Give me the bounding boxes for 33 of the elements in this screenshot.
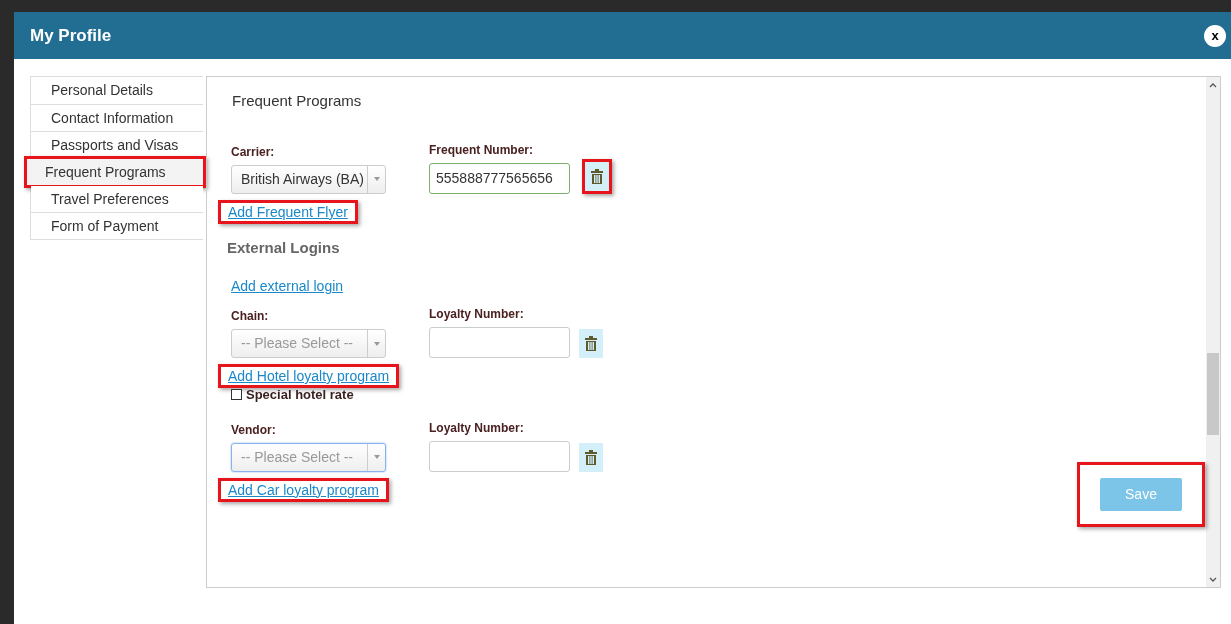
trash-icon [585,336,597,351]
section-heading: External Logins [227,237,341,258]
add-link[interactable]: Add Hotel loyalty program [221,367,397,385]
field-label: Vendor: [231,421,277,439]
delete-button[interactable] [579,329,603,358]
number-field[interactable] [429,440,570,472]
caret-icon [373,177,380,181]
add-link[interactable]: Add Car loyalty program [221,480,386,499]
number-field[interactable] [429,327,570,358]
caret-icon [373,341,380,346]
caret-icon [373,455,380,459]
field-label: Frequent Number: [429,141,534,159]
number-field[interactable]: 555888777565656 [429,162,570,194]
add-link[interactable]: Add external login [224,277,351,295]
add-link[interactable]: Add Frequent Flyer [221,202,355,221]
trash-icon [585,449,597,465]
window-title: My Profile [30,24,112,47]
field-label: Loyalty Number: [429,306,525,323]
scroll-down-icon[interactable] [1209,577,1217,583]
dropdown[interactable]: British Airways (BA) [231,164,386,194]
scrollbar[interactable] [1206,77,1220,587]
scroll-up-icon[interactable] [1209,82,1217,88]
delete-button[interactable] [579,442,603,472]
field-label: Carrier: [231,143,276,161]
sidebar-item[interactable]: Frequent Programs [27,159,203,185]
checkbox[interactable] [231,389,242,401]
scrollbar-thumb[interactable] [1207,353,1219,435]
field-label: Loyalty Number: [429,419,525,437]
close-button[interactable]: x [1204,24,1226,47]
checkbox-label: Special hotel rate [246,386,354,404]
field-label: Chain: [231,308,270,325]
trash-icon [591,168,603,184]
section-title: Frequent Programs [232,91,363,111]
